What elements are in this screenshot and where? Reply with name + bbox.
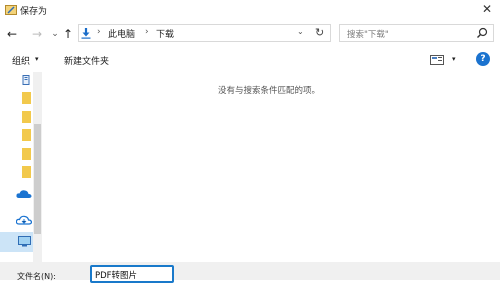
folder-icon[interactable] (22, 92, 31, 104)
folder-icon[interactable] (22, 148, 31, 160)
download-icon (81, 28, 91, 39)
onedrive-icon[interactable] (16, 189, 32, 199)
breadcrumb-separator[interactable]: › (145, 27, 149, 37)
filename-value[interactable]: PDF转图片 (95, 269, 137, 281)
scrollbar-thumb[interactable] (34, 124, 41, 234)
breadcrumb-separator[interactable]: › (97, 27, 101, 37)
view-options-caret[interactable]: ▾ (452, 55, 456, 63)
network-cloud-icon[interactable] (16, 214, 32, 226)
refresh-button[interactable]: ↻ (315, 26, 324, 39)
folder-icon[interactable] (22, 111, 31, 123)
folder-icon[interactable] (22, 129, 31, 141)
view-options-icon[interactable] (430, 54, 444, 66)
window-title: 保存为 (20, 7, 48, 17)
file-list-area[interactable] (42, 72, 500, 262)
search-icon[interactable] (476, 27, 488, 39)
back-button[interactable]: ← (5, 26, 19, 42)
organize-button[interactable]: 组织 (12, 54, 30, 67)
filename-label: 文件名(N): (17, 272, 56, 281)
address-history-chevron[interactable]: ⌄ (297, 27, 304, 36)
breadcrumb-this-pc[interactable]: 此电脑 (108, 27, 135, 40)
organize-caret[interactable]: ▾ (35, 55, 39, 63)
save-dialog-icon (5, 5, 17, 15)
help-icon[interactable]: ? (476, 52, 490, 66)
pinned-folder-icon[interactable] (22, 75, 30, 85)
save-options-panel (0, 262, 500, 280)
breadcrumb-downloads[interactable]: 下载 (156, 27, 174, 40)
new-folder-button[interactable]: 新建文件夹 (64, 54, 109, 67)
computer-icon[interactable] (18, 236, 31, 247)
recent-locations-button[interactable]: ⌄ (48, 26, 62, 42)
search-placeholder[interactable]: 搜索"下载" (347, 28, 389, 40)
up-button[interactable]: ↑ (61, 26, 75, 42)
folder-icon[interactable] (22, 166, 31, 178)
forward-button[interactable]: → (30, 26, 44, 42)
empty-results-message: 没有与搜索条件匹配的项。 (218, 86, 321, 96)
close-button[interactable]: ✕ (480, 2, 494, 16)
title-bar (0, 0, 500, 20)
